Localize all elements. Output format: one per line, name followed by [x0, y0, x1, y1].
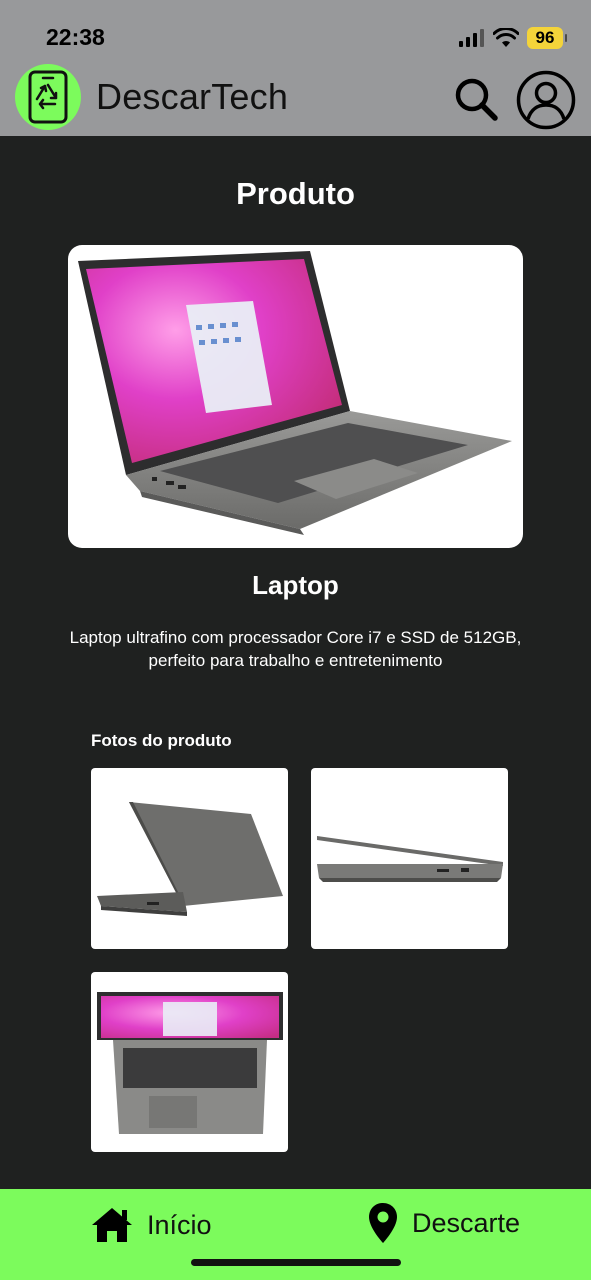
bottom-navigation: Início Descarte	[0, 1189, 591, 1280]
page-title: Produto	[236, 176, 355, 211]
laptop-side-photo	[317, 836, 503, 882]
search-button[interactable]	[451, 74, 501, 124]
nav-discard[interactable]: Descarte	[368, 1201, 520, 1245]
product-name: Laptop	[252, 570, 339, 600]
status-time: 22:38	[46, 24, 105, 50]
product-description-line-2: perfeito para trabalho e entretenimento	[148, 651, 443, 670]
map-pin-icon	[369, 1203, 397, 1243]
nav-home-label: Início	[147, 1209, 212, 1240]
signal-icon	[459, 29, 484, 47]
wifi-icon	[493, 28, 519, 47]
laptop-top-photo	[97, 992, 283, 1134]
battery-indicator: 96	[527, 27, 567, 49]
product-photo-3[interactable]	[91, 972, 288, 1152]
profile-button[interactable]	[516, 70, 576, 130]
top-app-bar: 22:38 96 DescarTech	[0, 0, 591, 136]
recycle-phone-icon	[28, 70, 68, 124]
nav-home[interactable]: Início	[91, 1203, 212, 1247]
product-description: Laptop ultrafino com processador Core i7…	[30, 626, 561, 672]
app-title: DescarTech	[96, 76, 289, 117]
search-icon	[455, 78, 498, 121]
product-main-image	[68, 245, 523, 548]
photos-section-title: Fotos do produto	[91, 731, 232, 750]
product-photo-1[interactable]	[91, 768, 288, 949]
laptop-photo	[78, 251, 512, 535]
status-icons: 96	[459, 26, 567, 50]
user-circle-icon	[516, 70, 576, 130]
home-icon	[92, 1208, 132, 1242]
home-indicator[interactable]	[191, 1259, 401, 1266]
laptop-back-photo	[97, 802, 283, 916]
nav-discard-label: Descarte	[412, 1207, 521, 1238]
app-logo	[15, 64, 81, 130]
product-description-line-1: Laptop ultrafino com processador Core i7…	[69, 628, 522, 647]
product-photo-2[interactable]	[311, 768, 508, 949]
